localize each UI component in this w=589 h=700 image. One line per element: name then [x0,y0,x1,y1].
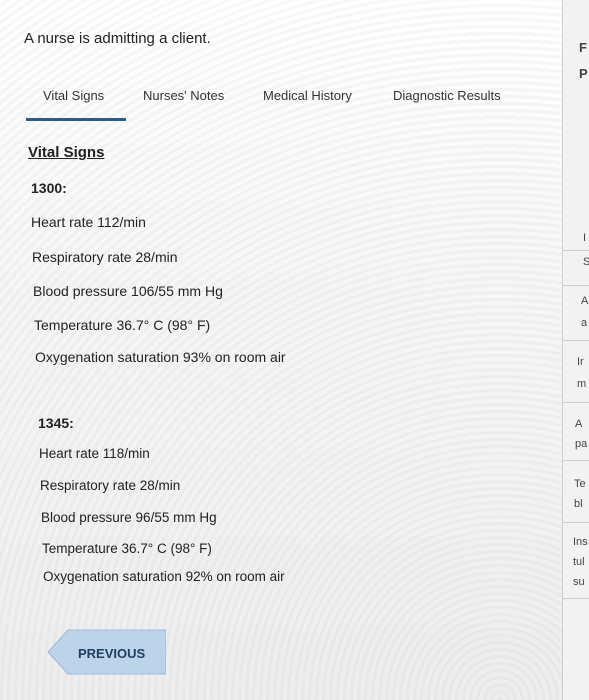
vital-temperature: Temperature 36.7° C (98° F) [42,541,212,556]
right-panel-divider [563,340,589,341]
tab-bar: Vital Signs Nurses' Notes Medical Histor… [26,86,526,122]
section-title: Vital Signs [28,144,105,161]
right-panel-divider [563,285,589,286]
right-panel-text: tul [573,556,585,568]
reading-time: 1300: [31,180,67,196]
reading-time: 1345: [38,415,74,431]
tab-vital-signs[interactable]: Vital Signs [43,86,104,120]
vital-blood-pressure: Blood pressure 96/55 mm Hg [41,510,217,525]
vital-blood-pressure: Blood pressure 106/55 mm Hg [33,283,223,299]
right-panel-text: I [583,232,587,244]
vital-oxygen-saturation: Oxygenation saturation 92% on room air [43,569,285,584]
right-panel-text: F [579,40,587,55]
right-panel-text: A [575,418,583,430]
right-panel-text: Te [574,478,586,490]
right-panel-divider [563,522,589,523]
vital-oxygen-saturation: Oxygenation saturation 93% on room air [35,349,286,365]
tab-medical-history[interactable]: Medical History [263,86,352,120]
right-panel-text: m [577,378,587,390]
active-tab-indicator [26,118,126,121]
right-panel-divider [563,402,589,403]
right-panel-divider [563,598,589,599]
right-panel-text: a [581,317,588,329]
right-panel-text: Ir [577,356,584,368]
vital-temperature: Temperature 36.7° C (98° F) [34,317,211,333]
right-panel-text: S [583,256,589,268]
tab-diagnostic-results[interactable]: Diagnostic Results [393,86,501,120]
right-panel-divider [563,250,589,251]
right-panel-text: Ins [573,536,588,548]
previous-button-label: PREVIOUS [78,646,146,661]
right-panel-divider [563,460,589,461]
right-panel-text: bl [574,498,583,510]
vital-heart-rate: Heart rate 118/min [39,446,150,461]
vital-respiratory-rate: Respiratory rate 28/min [40,478,181,493]
vital-respiratory-rate: Respiratory rate 28/min [32,249,178,265]
right-panel-text: P [579,66,588,81]
right-panel-cutoff: F P I S A a Ir m A pa Te bl Ins tul su [562,0,589,700]
right-panel-text: su [573,576,585,588]
right-panel-text: A [581,295,589,307]
main-panel: A nurse is admitting a client. Vital Sig… [0,0,560,700]
tab-nurses-notes[interactable]: Nurses' Notes [143,86,224,120]
question-prompt: A nurse is admitting a client. [24,30,211,47]
vital-heart-rate: Heart rate 112/min [31,214,146,230]
previous-button[interactable]: PREVIOUS [48,628,166,676]
right-panel-text: pa [575,438,588,450]
